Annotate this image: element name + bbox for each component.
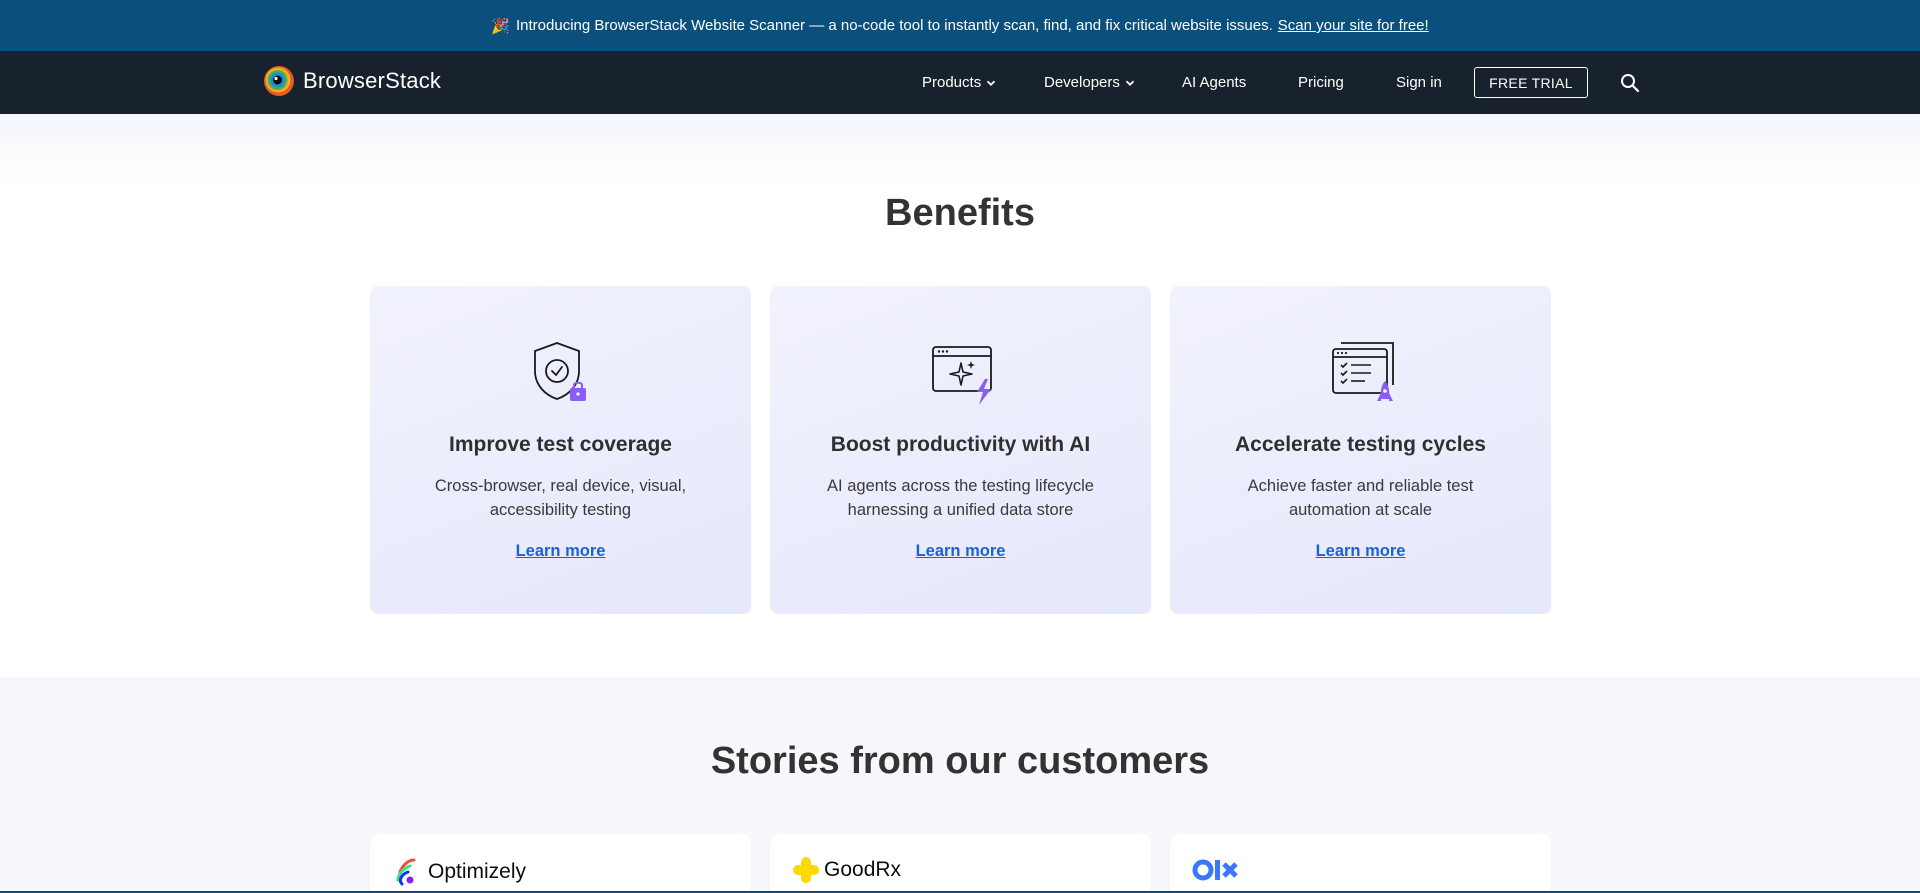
optimizely-logo: Optimizely [392,856,526,888]
olx-logo [1192,856,1244,884]
olx-logo-icon [1192,859,1238,881]
benefit-card: Accelerate testing cycles Achieve faster… [1170,286,1551,614]
customer-story-card[interactable]: GoodRx [770,834,1151,893]
nav-item-ai-agents[interactable]: AI Agents [1182,74,1246,91]
section-title: Benefits [885,192,1035,234]
nav-item-pricing[interactable]: Pricing [1298,74,1344,91]
nav-item-sign-in[interactable]: Sign in [1396,74,1442,91]
section-title: Stories from our customers [710,740,1210,782]
free-trial-button[interactable]: FREE TRIAL [1474,67,1588,98]
goodrx-logo: GoodRx [792,856,901,884]
customer-name: Optimizely [428,860,527,883]
nav-item-label: Sign in [1396,74,1442,91]
benefits-section: Benefits Improve test coverage Cross-bro… [0,114,1920,677]
checklist-rocket-icon [1331,342,1394,401]
search-icon[interactable] [1620,73,1640,93]
benefit-title: Improve test coverage [449,433,672,456]
customer-story-card[interactable]: Optimizely [370,834,751,893]
nav-item-products[interactable]: Products [922,74,996,91]
customer-name: GoodRx [824,858,902,881]
benefit-description: Achieve faster and reliable test automat… [1247,477,1474,519]
chevron-down-icon [987,80,996,86]
benefit-description: Cross-browser, real device, visual, acce… [434,477,687,519]
learn-more-link[interactable]: Learn more [1170,542,1551,561]
benefit-title: Accelerate testing cycles [1235,433,1486,456]
benefit-card: Improve test coverage Cross-browser, rea… [370,286,751,614]
benefit-card: Boost productivity with AI AI agents acr… [770,286,1151,614]
optimizely-logo-icon [396,858,416,886]
nav-item-label: Pricing [1298,74,1344,91]
nav-item-label: AI Agents [1182,74,1247,91]
benefit-description: AI agents across the testing lifecycle h… [827,477,1094,519]
nav-item-label: Developers [1044,74,1120,91]
learn-more-link[interactable]: Learn more [770,542,1151,561]
party-popper-icon: 🎉 [491,17,510,35]
browserstack-logo-icon [264,66,294,96]
goodrx-logo-icon [793,857,819,883]
announcement-text: Introducing BrowserStack Website Scanner… [516,17,1273,34]
benefit-title: Boost productivity with AI [830,433,1091,456]
brand-logo-link[interactable]: BrowserStack [263,65,441,97]
browser-sparkle-bolt-icon [931,346,992,405]
shield-check-lock-icon [533,342,586,401]
announcement-link[interactable]: Scan your site for free! [1278,17,1429,34]
nav-item-label: Products [922,74,982,91]
learn-more-link[interactable]: Learn more [370,542,751,561]
chevron-down-icon [1125,80,1135,86]
nav-item-developers[interactable]: Developers [1044,74,1135,91]
customer-stories-section: Stories from our customers Optimizely Go… [0,677,1920,893]
customer-story-card[interactable] [1170,834,1551,893]
announcement-bar: 🎉 Introducing BrowserStack Website Scann… [0,0,1920,51]
brand-name: BrowserStack [303,68,442,93]
